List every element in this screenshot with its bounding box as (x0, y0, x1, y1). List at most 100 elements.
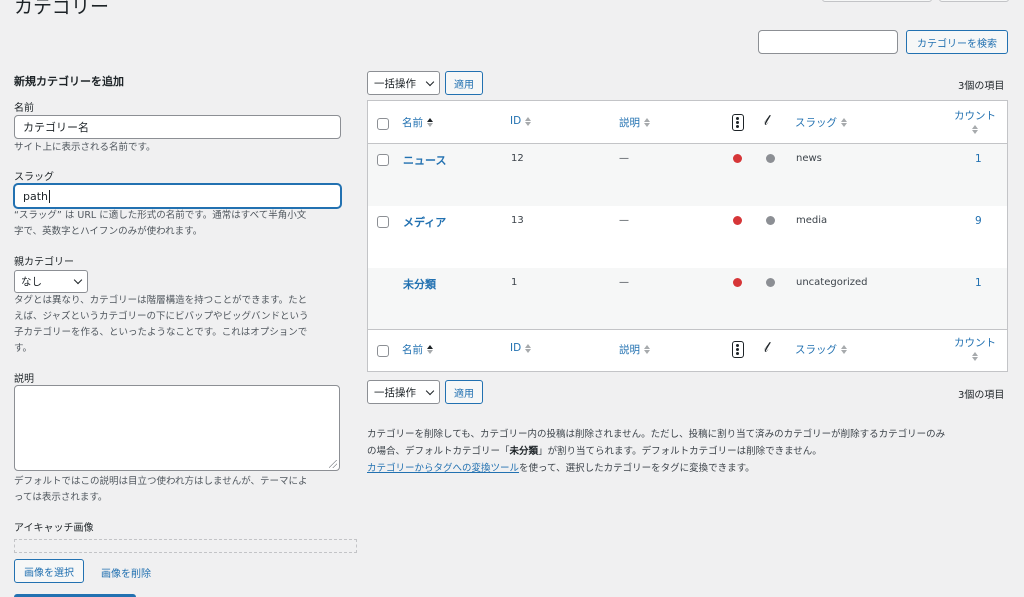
table-footer: 名前 ID 説明 𝓁 スラッグ カウント (368, 330, 1007, 372)
status-red-dot (733, 278, 742, 287)
description-help-1: デフォルトではこの説明は目立つ使われ方はしませんが、テーマによ (14, 476, 308, 487)
row-name-link[interactable]: ニュース (403, 152, 446, 168)
bulk-actions-select-bottom[interactable]: 一括操作 (367, 380, 440, 404)
column-description-label: 説明 (619, 344, 640, 356)
sort-icon (972, 352, 978, 361)
status-red-dot (733, 154, 742, 163)
category-tag-converter-link[interactable]: カテゴリーからタグへの変換ツール (367, 463, 519, 474)
column-slug-label: スラッグ (795, 117, 837, 129)
feather-icon: 𝓁 (764, 340, 769, 356)
row-count-link[interactable]: 9 (975, 215, 982, 227)
traffic-light-icon (732, 341, 744, 358)
table-row: メディア 13 — media 9 (368, 206, 1007, 268)
sort-icon (972, 125, 978, 134)
sort-icon (427, 345, 433, 354)
description-textarea[interactable] (14, 385, 340, 471)
table-row: ニュース 12 — news 1 (368, 144, 1007, 206)
items-count-bottom: 3個の項目 (958, 390, 1005, 401)
column-description-label: 説明 (619, 117, 640, 129)
sort-icon (427, 118, 433, 127)
slug-field[interactable]: path (14, 184, 341, 208)
name-help: サイト上に表示される名前です。 (14, 142, 156, 153)
name-field[interactable]: カテゴリー名 (14, 115, 341, 139)
column-count-label: カウント (954, 110, 996, 122)
screen-options-button[interactable] (822, 0, 932, 2)
column-id-label: ID (510, 115, 522, 127)
column-count[interactable]: カウント (954, 335, 996, 361)
feather-icon: 𝓁 (764, 113, 769, 129)
column-id[interactable]: ID (510, 115, 532, 127)
sort-icon (525, 116, 532, 126)
sort-icon (841, 118, 847, 127)
name-label: 名前 (14, 103, 34, 114)
converter-note-text: を使って、選択したカテゴリーをタグに変換できます。 (519, 463, 755, 474)
row-id: 12 (511, 153, 524, 164)
column-name[interactable]: 名前 (402, 115, 433, 130)
add-category-heading: 新規カテゴリーを追加 (14, 75, 124, 88)
image-preview-area (14, 539, 357, 553)
column-name-label: 名前 (402, 117, 423, 129)
sort-icon (644, 345, 650, 354)
apply-button-bottom[interactable]: 適用 (445, 380, 483, 404)
column-id[interactable]: ID (510, 342, 532, 354)
remove-image-link[interactable]: 画像を削除 (101, 565, 151, 580)
featured-image-label: アイキャッチ画像 (14, 523, 94, 534)
column-count-label: カウント (954, 337, 996, 349)
delete-note-line-2: の場合、デフォルトカテゴリー「未分類」が割り当てられます。デフォルトカテゴリーは… (367, 443, 1017, 460)
apply-button-top[interactable]: 適用 (445, 71, 483, 95)
search-categories-button[interactable]: カテゴリーを検索 (906, 30, 1008, 54)
slug-help-1: “スラッグ” は URL に適した形式の名前です。通常はすべて半角小文 (14, 210, 307, 221)
status-gray-dot (766, 278, 775, 287)
select-all-checkbox-bottom[interactable] (377, 345, 389, 357)
table-header: 名前 ID 説明 𝓁 スラッグ カウント (368, 101, 1007, 143)
resize-handle-icon[interactable] (329, 460, 337, 468)
delete-note-part-a: の場合、デフォルトカテゴリー「 (367, 446, 510, 457)
row-id: 1 (511, 277, 518, 288)
slug-label: スラッグ (14, 172, 54, 183)
description-label: 説明 (14, 374, 34, 385)
chevron-down-icon (73, 275, 83, 285)
column-slug[interactable]: スラッグ (795, 115, 847, 130)
column-slug[interactable]: スラッグ (795, 342, 847, 357)
items-count-top: 3個の項目 (958, 81, 1005, 92)
select-all-checkbox[interactable] (377, 118, 389, 130)
column-slug-label: スラッグ (795, 344, 837, 356)
default-category-name: 未分類 (509, 446, 539, 457)
row-description: — (619, 215, 629, 226)
search-input[interactable] (758, 30, 898, 54)
parent-category-value: なし (21, 276, 42, 288)
row-description: — (619, 153, 629, 164)
bulk-actions-value: 一括操作 (374, 386, 416, 399)
row-name-link[interactable]: メディア (403, 214, 446, 230)
slug-field-value: path (23, 189, 49, 203)
parent-help-4: す。 (14, 343, 33, 354)
delete-note-part-c: 」が割り当てられます。デフォルトカテゴリーは削除できません。 (538, 446, 822, 457)
parent-category-select[interactable]: なし (14, 270, 88, 293)
row-count-link[interactable]: 1 (975, 153, 982, 165)
row-slug: news (796, 153, 822, 164)
chevron-down-icon (425, 77, 435, 86)
column-id-label: ID (510, 342, 522, 354)
converter-note: カテゴリーからタグへの変換ツールを使って、選択したカテゴリーをタグに変換できます… (367, 460, 1017, 477)
sort-icon (644, 118, 650, 127)
column-count[interactable]: カウント (954, 108, 996, 134)
row-name-link[interactable]: 未分類 (403, 276, 436, 292)
categories-table: 名前 ID 説明 𝓁 スラッグ カウント ニュース 12 — news 1 メデ… (367, 100, 1008, 372)
name-field-placeholder: カテゴリー名 (23, 121, 89, 134)
row-count-link[interactable]: 1 (975, 277, 982, 289)
status-gray-dot (766, 216, 775, 225)
help-button[interactable] (939, 0, 1009, 2)
table-row: 未分類 1 — uncategorized 1 (368, 268, 1007, 330)
column-name[interactable]: 名前 (402, 342, 433, 357)
traffic-light-icon (732, 114, 744, 131)
row-checkbox[interactable] (377, 154, 389, 166)
column-description[interactable]: 説明 (619, 115, 650, 130)
bulk-actions-select-top[interactable]: 一括操作 (367, 71, 440, 95)
sort-icon (841, 345, 847, 354)
parent-label: 親カテゴリー (14, 257, 74, 268)
row-checkbox[interactable] (377, 216, 389, 228)
page-title: カテゴリー (14, 0, 110, 18)
row-slug: uncategorized (796, 277, 868, 288)
select-image-button[interactable]: 画像を選択 (14, 559, 84, 583)
column-description[interactable]: 説明 (619, 342, 650, 357)
